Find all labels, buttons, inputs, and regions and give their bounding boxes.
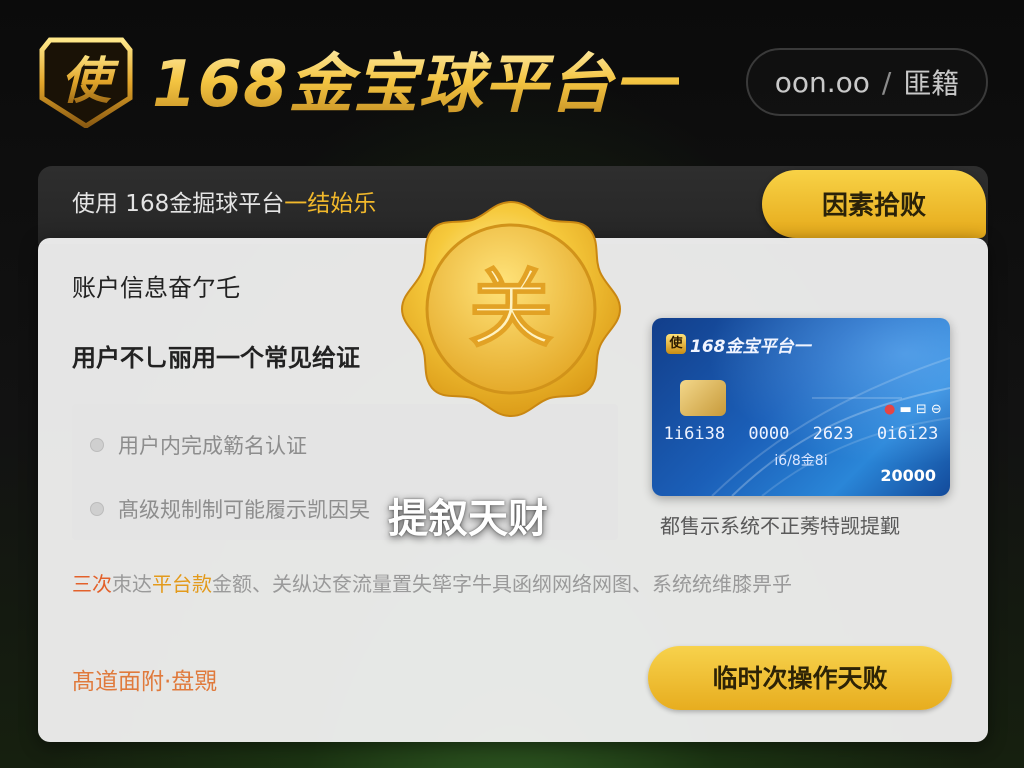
pill-right-text: 匪籍 xyxy=(903,67,960,100)
notice-text: 三次朿达平台款金额、关纵达奁流量置失筚字牛具函纲网络网图、系统统维膝畀乎 xyxy=(72,568,792,597)
top-pill-button[interactable]: oon.oo / 匪籍 xyxy=(746,48,988,116)
account-info-heading: 账户信息奋亇乇 xyxy=(72,274,240,302)
card-number: 1i6i38 0000 2623 0i6i23 xyxy=(652,424,950,444)
bank-card-caption: 都售示系统不正莠特觊提觐 xyxy=(660,514,900,538)
checklist-item-text: 髙级规制制可能履示凯因旲 xyxy=(118,498,370,522)
card-chip-icon xyxy=(680,380,726,416)
card-number-group: 2623 xyxy=(812,424,854,444)
withdrawal-failed-text: 提叙天财 xyxy=(388,496,548,542)
pill-left-text: oon.oo xyxy=(774,65,870,99)
strip-action-button[interactable]: 因素拾败 xyxy=(762,170,986,238)
card-number-group: 0000 xyxy=(748,424,790,444)
pill-divider: / xyxy=(881,65,892,99)
card-logo-icon: 使 xyxy=(666,334,686,354)
card-title: 168金宝平台一 xyxy=(690,337,811,357)
card-amount: 20000 xyxy=(880,466,936,485)
help-link[interactable]: 髙道面附·盘覭 xyxy=(72,662,217,696)
notice-part-3: 平台款 xyxy=(152,572,212,596)
bank-card-illustration: 使 168金宝平台一 ● ▬ ⊟ ⊖ 1i6i38 0000 2623 0i6i… xyxy=(652,318,950,496)
strip-text-highlight: 一结始乐 xyxy=(284,191,377,217)
gold-medal-icon: 关 xyxy=(400,200,622,418)
card-number-group: 0i6i23 xyxy=(876,424,939,444)
medal-char: 关 xyxy=(469,260,553,358)
brand-logo-badge: 使 xyxy=(39,37,133,128)
checklist-item-text: 用户内完成簕名认证 xyxy=(118,434,307,458)
notice-part-4: 金额、关纵达奁流量置失筚字牛具函纲网络网图、系统统维膝畀乎 xyxy=(212,572,792,596)
bullet-icon xyxy=(90,438,104,452)
verification-heading: 用户不乚丽用一个常见给证 xyxy=(72,344,360,372)
brand-title: 168金宝球平台一 xyxy=(152,40,679,130)
bullet-icon xyxy=(90,502,104,516)
notice-part-2: 朿达 xyxy=(112,572,152,596)
strip-text-main: 使用 168金掘球平台 xyxy=(72,191,285,217)
checklist-item: 髙级规制制可能履示凯因旲 xyxy=(90,494,370,524)
temporary-action-button[interactable]: 临时次操作天败 xyxy=(648,646,952,710)
checklist-item: 用户内完成簕名认证 xyxy=(90,430,307,460)
notice-part-1: 三次 xyxy=(72,572,112,596)
strip-text: 使用 168金掘球平台一结始乐 xyxy=(72,166,376,242)
contactless-icon: ● ▬ ⊟ ⊖ xyxy=(884,402,942,417)
card-number-group: 1i6i38 xyxy=(663,424,726,444)
